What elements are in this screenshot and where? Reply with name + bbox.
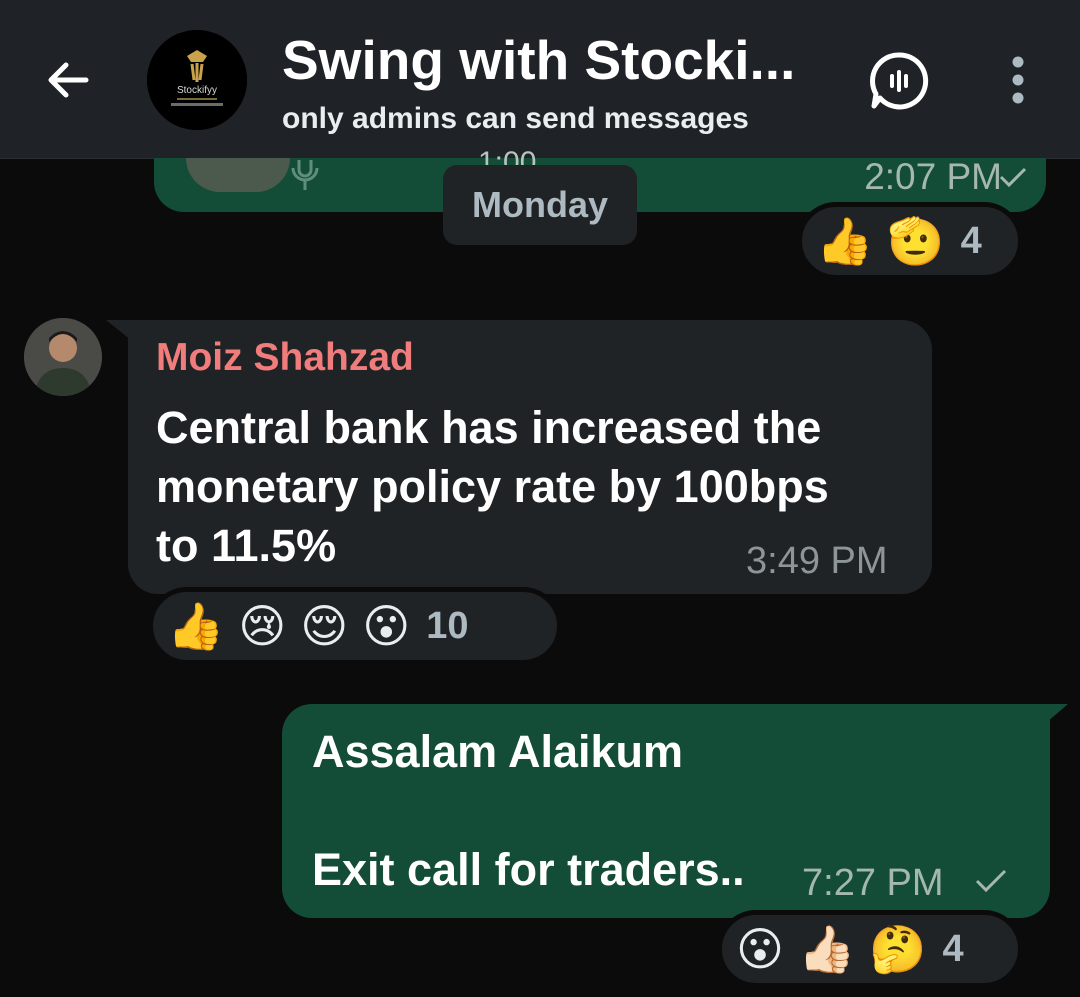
reaction-bar[interactable]: 👍 🫡 4 bbox=[797, 202, 1023, 280]
thumbs-up-emoji: 👍 bbox=[167, 600, 225, 652]
reaction-bar[interactable]: 👍 😢 😌 😮 10 bbox=[148, 587, 562, 665]
back-arrow-icon[interactable] bbox=[40, 52, 96, 108]
more-options-icon[interactable] bbox=[996, 52, 1040, 112]
sender-avatar[interactable] bbox=[24, 318, 102, 396]
reaction-bar[interactable]: 😮 👍🏻 🤔 4 bbox=[717, 910, 1023, 988]
saluting-face-emoji: 🫡 bbox=[887, 215, 945, 267]
crying-face-emoji: 😢 bbox=[238, 600, 287, 652]
message-text-line: Central bank has increased the bbox=[156, 402, 822, 453]
bubble-tail bbox=[1040, 704, 1068, 728]
sent-check-icon bbox=[975, 869, 1007, 893]
stockifyy-logo-icon: Stockifyy bbox=[147, 30, 247, 130]
sender-name[interactable]: Moiz Shahzad bbox=[156, 336, 414, 380]
voice-chat-icon[interactable] bbox=[868, 50, 930, 112]
message-time: 7:27 PM bbox=[802, 862, 944, 904]
message-text-line: monetary policy rate by 100bps bbox=[156, 461, 829, 512]
surprised-face-emoji: 😮 bbox=[362, 600, 411, 652]
message-text-line: to 11.5% bbox=[156, 520, 337, 571]
thinking-face-emoji: 🤔 bbox=[869, 923, 927, 975]
message-text-line: Exit call for traders.. bbox=[312, 844, 745, 895]
svg-text:Stockifyy: Stockifyy bbox=[177, 85, 217, 96]
message-time: 2:07 PM bbox=[864, 156, 1002, 197]
date-separator: Monday bbox=[443, 165, 637, 245]
group-avatar[interactable]: Stockifyy bbox=[147, 30, 247, 130]
reaction-count: 4 bbox=[942, 927, 964, 970]
reaction-count: 10 bbox=[426, 604, 469, 647]
relieved-face-emoji: 😌 bbox=[300, 600, 349, 652]
message-time: 3:49 PM bbox=[746, 540, 888, 582]
chat-subtitle: only admins can send messages bbox=[282, 102, 749, 135]
person-icon bbox=[24, 318, 102, 396]
thumbs-up-emoji: 👍🏻 bbox=[797, 923, 856, 975]
voice-duration: 1:00 bbox=[478, 146, 537, 166]
reaction-count: 4 bbox=[960, 219, 982, 262]
message-text-line: Assalam Alaikum bbox=[312, 726, 684, 777]
thumbs-up-emoji: 👍 bbox=[816, 215, 874, 267]
microphone-icon bbox=[291, 160, 319, 190]
chat-header: Stockifyy Swing with Stocki... only admi… bbox=[0, 0, 1080, 159]
surprised-face-emoji: 😮 bbox=[736, 923, 784, 975]
chat-title[interactable]: Swing with Stocki... bbox=[282, 28, 795, 92]
sent-check-icon bbox=[999, 167, 1027, 188]
